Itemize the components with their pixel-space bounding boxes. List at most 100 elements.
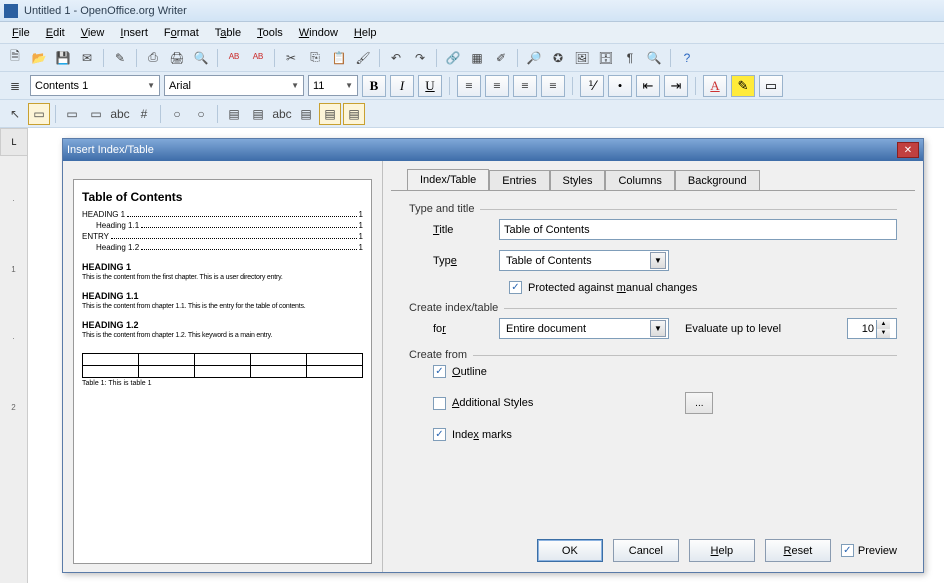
help-icon[interactable]: ? (676, 47, 698, 69)
increase-indent-icon[interactable]: ⇥ (664, 75, 688, 97)
tab-entries[interactable]: Entries (489, 170, 549, 191)
menu-file[interactable]: File (4, 25, 38, 41)
label-title: Title (433, 224, 489, 236)
format-paint-icon[interactable]: 🖌 (352, 47, 374, 69)
save-icon[interactable]: 💾 (52, 47, 74, 69)
window-title: Untitled 1 - OpenOffice.org Writer (24, 5, 187, 17)
tool-icon[interactable]: abc (271, 103, 293, 125)
font-size-combo[interactable]: 11 ▼ (308, 75, 358, 96)
preview-icon[interactable]: 🔍 (190, 47, 212, 69)
email-icon[interactable]: ✉ (76, 47, 98, 69)
additional-styles-checkbox[interactable] (433, 397, 446, 410)
paste-icon[interactable]: 📋 (328, 47, 350, 69)
dialog-close-button[interactable]: ✕ (897, 142, 919, 158)
number-list-icon[interactable]: ⅟ (580, 75, 604, 97)
bg-color-icon[interactable]: ▭ (759, 75, 783, 97)
level-value[interactable] (848, 323, 876, 335)
outline-checkbox[interactable] (433, 365, 446, 378)
outline-label: Outline (452, 366, 487, 378)
new-doc-icon[interactable]: 🗎 (4, 47, 26, 69)
tab-strip: Index/Table Entries Styles Columns Backg… (383, 161, 923, 190)
draw-icon[interactable]: ✐ (490, 47, 512, 69)
tab-styles[interactable]: Styles (550, 170, 606, 191)
menu-edit[interactable]: Edit (38, 25, 73, 41)
label-for: for (433, 323, 489, 335)
menu-insert[interactable]: Insert (112, 25, 156, 41)
paragraph-style-combo[interactable]: Contents 1 ▼ (30, 75, 160, 96)
redo-icon[interactable]: ↷ (409, 47, 431, 69)
align-center-icon[interactable]: ≡ (485, 75, 509, 97)
autospell-icon[interactable]: ᴬᴮ (247, 47, 269, 69)
find-icon[interactable]: 🔎 (523, 47, 545, 69)
protected-checkbox[interactable] (509, 281, 522, 294)
styles-picker-button[interactable]: ... (685, 392, 713, 414)
tool-icon[interactable]: ○ (190, 103, 212, 125)
preview-checkbox[interactable] (841, 544, 854, 557)
cut-icon[interactable]: ✂ (280, 47, 302, 69)
menu-help[interactable]: Help (346, 25, 385, 41)
bold-button[interactable]: B (362, 75, 386, 97)
help-button[interactable]: Help (689, 539, 755, 562)
italic-button[interactable]: I (390, 75, 414, 97)
insert-index-dialog: Insert Index/Table ✕ Table of Contents H… (62, 138, 924, 573)
font-name-combo[interactable]: Arial ▼ (164, 75, 304, 96)
level-spinner[interactable]: ▲ ▼ (847, 318, 897, 339)
zoom-icon[interactable]: 🔍 (643, 47, 665, 69)
edit-doc-icon[interactable]: ✎ (109, 47, 131, 69)
open-icon[interactable]: 📂 (28, 47, 50, 69)
navigator-icon[interactable]: ✪ (547, 47, 569, 69)
menu-tools[interactable]: Tools (249, 25, 291, 41)
underline-button[interactable]: U (418, 75, 442, 97)
for-combo[interactable]: Entire document ▼ (499, 318, 669, 339)
styles-window-icon[interactable]: ≣ (4, 75, 26, 97)
align-justify-icon[interactable]: ≡ (541, 75, 565, 97)
chevron-down-icon: ▼ (147, 81, 155, 90)
hyperlink-icon[interactable]: 🔗 (442, 47, 464, 69)
tool-icon[interactable]: ▭ (61, 103, 83, 125)
copy-icon[interactable]: ⎘ (304, 47, 326, 69)
tab-index-table[interactable]: Index/Table (407, 169, 489, 190)
datasources-icon[interactable]: 🗄 (595, 47, 617, 69)
menu-table[interactable]: Table (207, 25, 249, 41)
tool-icon[interactable]: ▤ (247, 103, 269, 125)
tool-icon[interactable]: ▤ (319, 103, 341, 125)
spin-down-icon[interactable]: ▼ (876, 329, 890, 338)
cancel-button[interactable]: Cancel (613, 539, 679, 562)
menu-view[interactable]: View (73, 25, 113, 41)
selected-tool-icon[interactable]: ▭ (28, 103, 50, 125)
tool-icon[interactable]: ○ (166, 103, 188, 125)
align-left-icon[interactable]: ≡ (457, 75, 481, 97)
tool-icon[interactable]: ▤ (223, 103, 245, 125)
label-type: Type (433, 255, 489, 267)
tab-background[interactable]: Background (675, 170, 760, 191)
tool-icon[interactable]: abc (109, 103, 131, 125)
reset-button[interactable]: Reset (765, 539, 831, 562)
decrease-indent-icon[interactable]: ⇤ (636, 75, 660, 97)
align-right-icon[interactable]: ≡ (513, 75, 537, 97)
menu-format[interactable]: Format (156, 25, 207, 41)
tool-icon[interactable]: ▤ (343, 103, 365, 125)
nonprint-icon[interactable]: ¶ (619, 47, 641, 69)
highlight-icon[interactable]: ✎ (731, 75, 755, 97)
pdf-icon[interactable]: ⎙ (142, 47, 164, 69)
table-icon[interactable]: ▦ (466, 47, 488, 69)
gallery-icon[interactable]: 🖼 (571, 47, 593, 69)
title-input[interactable] (499, 219, 897, 240)
tool-icon[interactable]: # (133, 103, 155, 125)
tool-icon[interactable]: ▭ (85, 103, 107, 125)
font-color-icon[interactable]: A (703, 75, 727, 97)
ok-button[interactable]: OK (537, 539, 603, 562)
index-marks-checkbox[interactable] (433, 428, 446, 441)
preview-document: Table of Contents HEADING 11 Heading 1.1… (73, 179, 372, 564)
spellcheck-icon[interactable]: ᴬᴮ (223, 47, 245, 69)
bullet-list-icon[interactable]: • (608, 75, 632, 97)
tool-icon[interactable]: ▤ (295, 103, 317, 125)
arrow-icon[interactable]: ↖ (4, 103, 26, 125)
type-combo[interactable]: Table of Contents ▼ (499, 250, 669, 271)
undo-icon[interactable]: ↶ (385, 47, 407, 69)
tab-columns[interactable]: Columns (605, 170, 674, 191)
print-icon[interactable]: 🖨 (166, 47, 188, 69)
font-name-value: Arial (169, 80, 191, 92)
spin-up-icon[interactable]: ▲ (876, 320, 890, 329)
menu-window[interactable]: Window (291, 25, 346, 41)
